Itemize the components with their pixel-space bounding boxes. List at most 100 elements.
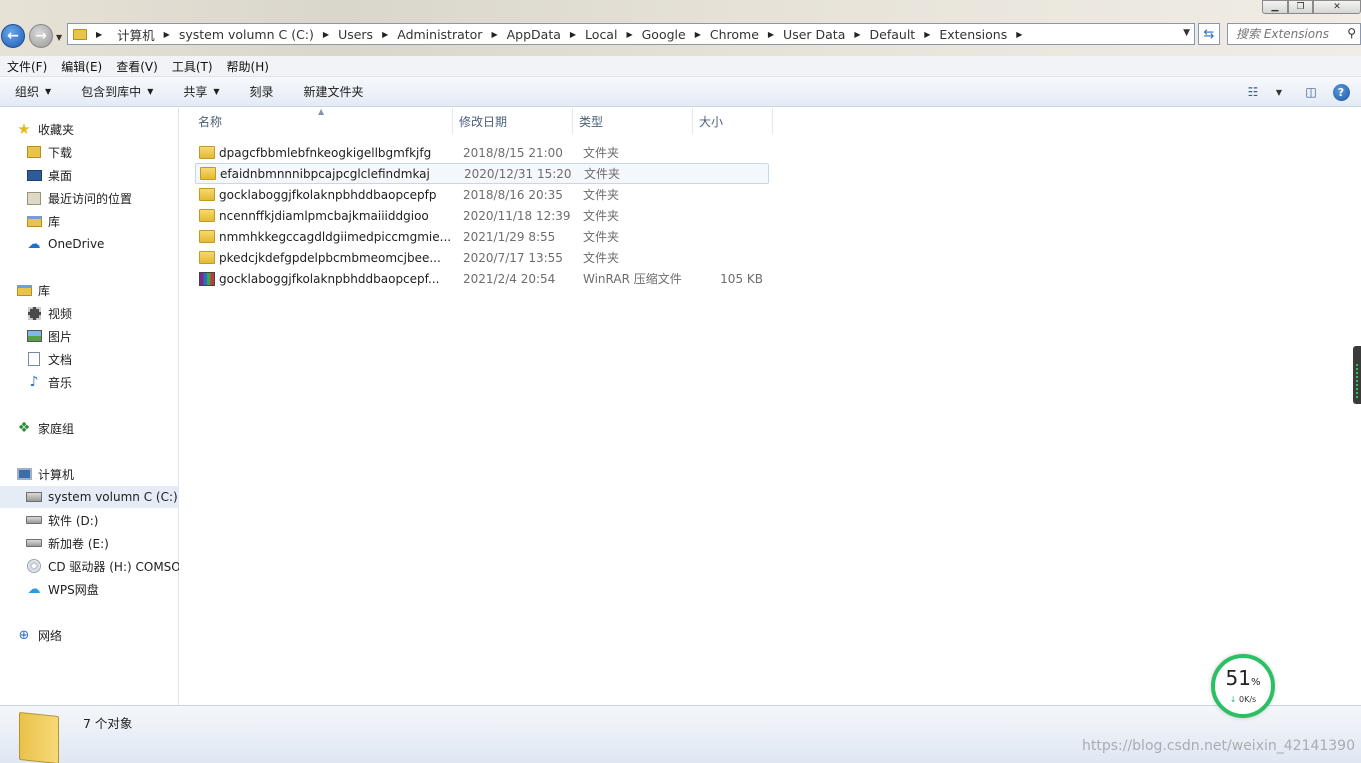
- nav-computer[interactable]: 计算机: [0, 463, 179, 485]
- change-view-button[interactable]: ☷: [1243, 82, 1263, 102]
- chevron-right-icon[interactable]: ▶: [164, 30, 170, 39]
- watermark-text: https://blog.csdn.net/weixin_42141390: [1081, 738, 1355, 754]
- document-icon: [26, 351, 42, 367]
- menu-edit[interactable]: 编辑(E): [54, 58, 109, 75]
- minimize-button[interactable]: ▁: [1262, 0, 1288, 14]
- nav-desktop[interactable]: 桌面: [0, 164, 179, 186]
- refresh-button[interactable]: ⇆: [1198, 23, 1220, 45]
- nav-libraries[interactable]: 库: [0, 279, 179, 301]
- breadcrumb-item[interactable]: Users: [338, 27, 373, 42]
- address-history-dropdown[interactable]: ▼: [1183, 28, 1190, 38]
- organize-button[interactable]: 组织 ▼: [0, 83, 66, 100]
- preview-pane-button[interactable]: ◫: [1301, 82, 1321, 102]
- menu-file[interactable]: 文件(F): [0, 58, 54, 75]
- chevron-right-icon[interactable]: ▶: [491, 30, 497, 39]
- breadcrumb-item[interactable]: 计算机: [117, 25, 155, 44]
- library-icon: [16, 282, 32, 298]
- nav-label: 文档: [48, 352, 73, 367]
- address-bar[interactable]: ▶ 计算机 ▶ system volumn C (C:) ▶ Users ▶ Adminis…: [67, 23, 1195, 45]
- nav-label: 计算机: [38, 467, 75, 482]
- nav-cd-drive-h[interactable]: CD 驱动器 (H:) COMSOL: [0, 555, 179, 577]
- nav-wps-drive[interactable]: ☁ WPS网盘: [0, 578, 179, 600]
- close-button[interactable]: ✕: [1313, 0, 1361, 14]
- file-type: 文件夹: [583, 230, 620, 244]
- view-options-dropdown[interactable]: ▼: [1273, 82, 1285, 102]
- breadcrumb-item[interactable]: system volumn C (C:): [179, 27, 314, 42]
- nav-videos[interactable]: 视频: [0, 302, 179, 324]
- chevron-right-icon[interactable]: ▶: [382, 30, 388, 39]
- burn-button[interactable]: 刻录: [235, 83, 289, 100]
- share-button[interactable]: 共享 ▼: [168, 83, 234, 100]
- chevron-right-icon[interactable]: ▶: [768, 30, 774, 39]
- nav-pictures[interactable]: 图片: [0, 325, 179, 347]
- nav-favorites[interactable]: ★ 收藏夹: [0, 118, 179, 140]
- back-button[interactable]: ←: [1, 24, 25, 48]
- breadcrumb-item[interactable]: Administrator: [397, 27, 482, 42]
- chevron-right-icon[interactable]: ▶: [695, 30, 701, 39]
- breadcrumb-item[interactable]: Local: [585, 27, 617, 42]
- chevron-right-icon[interactable]: ▶: [96, 30, 102, 39]
- nav-label: 桌面: [48, 168, 73, 183]
- breadcrumb-item[interactable]: Extensions: [939, 27, 1007, 42]
- nav-downloads[interactable]: 下载: [0, 141, 179, 163]
- recent-places-icon: [26, 190, 42, 206]
- nav-drive-c[interactable]: system volumn C (C:): [0, 486, 179, 508]
- drive-icon: [26, 512, 42, 528]
- nav-music[interactable]: ♪ 音乐: [0, 371, 179, 393]
- new-folder-button[interactable]: 新建文件夹: [289, 83, 379, 100]
- nav-drive-d[interactable]: 软件 (D:): [0, 509, 179, 531]
- nav-network[interactable]: ⊕ 网络: [0, 624, 179, 646]
- chevron-right-icon[interactable]: ▶: [323, 30, 329, 39]
- breadcrumb-item[interactable]: Default: [870, 27, 916, 42]
- nav-onedrive[interactable]: ☁ OneDrive: [0, 233, 179, 255]
- side-scroll-handle[interactable]: [1353, 346, 1361, 404]
- forward-button[interactable]: →: [29, 24, 53, 48]
- breadcrumb-item[interactable]: Chrome: [710, 27, 759, 42]
- file-row[interactable]: nmmhkkegccagdldgiimedpiccmgmie... 2021/1/…: [195, 226, 769, 247]
- file-row[interactable]: efaidnbmnnnibpcajpcglclefindmkaj 2020/12/…: [195, 163, 769, 184]
- network-speed-widget[interactable]: 51% ↓ 0K/s: [1211, 654, 1275, 718]
- breadcrumb-item[interactable]: AppData: [507, 27, 561, 42]
- nav-recent-places[interactable]: 最近访问的位置: [0, 187, 179, 209]
- chevron-right-icon[interactable]: ▶: [1016, 30, 1022, 39]
- chevron-right-icon[interactable]: ▶: [570, 30, 576, 39]
- chevron-right-icon[interactable]: ▶: [626, 30, 632, 39]
- library-icon: [26, 213, 42, 229]
- nav-documents[interactable]: 文档: [0, 348, 179, 370]
- chevron-right-icon[interactable]: ▶: [924, 30, 930, 39]
- file-row[interactable]: dpagcfbbmlebfnkeogkigellbgmfkjfg 2018/8/1…: [195, 142, 769, 163]
- breadcrumb-item[interactable]: User Data: [783, 27, 845, 42]
- file-row[interactable]: pkedcjkdefgpdelpbcmbmeomcjbee... 2020/7/1…: [195, 247, 769, 268]
- menu-view[interactable]: 查看(V): [109, 58, 165, 75]
- chevron-right-icon[interactable]: ▶: [854, 30, 860, 39]
- file-row[interactable]: gocklaboggjfkolaknpbhddbaopcepf... 2021/2…: [195, 268, 769, 289]
- search-icon[interactable]: ⚲: [1347, 26, 1356, 40]
- view-controls: ☷ ▼ ◫ ?: [1243, 77, 1361, 107]
- column-name[interactable]: ▲ 名称: [180, 107, 453, 134]
- search-box[interactable]: ⚲: [1227, 23, 1361, 45]
- breadcrumb-item[interactable]: Google: [642, 27, 686, 42]
- nav-drive-e[interactable]: 新加卷 (E:): [0, 532, 179, 554]
- maximize-button[interactable]: ❐: [1288, 0, 1313, 14]
- file-row[interactable]: ncennffkjdiamlpmcbajkmaiiiddgioo 2020/11/…: [195, 205, 769, 226]
- search-input[interactable]: [1236, 27, 1336, 41]
- column-type[interactable]: 类型: [573, 108, 693, 134]
- menu-tools[interactable]: 工具(T): [165, 58, 220, 75]
- downloads-icon: [26, 144, 42, 160]
- nav-homegroup[interactable]: ❖ 家庭组: [0, 417, 179, 439]
- column-date-modified[interactable]: 修改日期: [453, 108, 573, 134]
- chevron-down-icon: ▼: [213, 87, 220, 96]
- close-icon: ✕: [1333, 2, 1341, 12]
- cd-drive-icon: [26, 558, 42, 574]
- recent-pages-dropdown[interactable]: ▼: [56, 33, 62, 42]
- usage-percent: 51%: [1226, 668, 1261, 693]
- nav-label: 家庭组: [38, 421, 75, 436]
- nav-favorite-library[interactable]: 库: [0, 210, 179, 232]
- file-row[interactable]: gocklaboggjfkolaknpbhddbaopcepfp 2018/8/1…: [195, 184, 769, 205]
- help-button[interactable]: ?: [1331, 82, 1351, 102]
- include-in-library-button[interactable]: 包含到库中 ▼: [66, 83, 168, 100]
- nav-label: 收藏夹: [38, 122, 75, 137]
- menu-help[interactable]: 帮助(H): [220, 58, 276, 75]
- column-size[interactable]: 大小: [693, 108, 773, 134]
- window-controls: ▁ ❐ ✕: [1262, 0, 1361, 14]
